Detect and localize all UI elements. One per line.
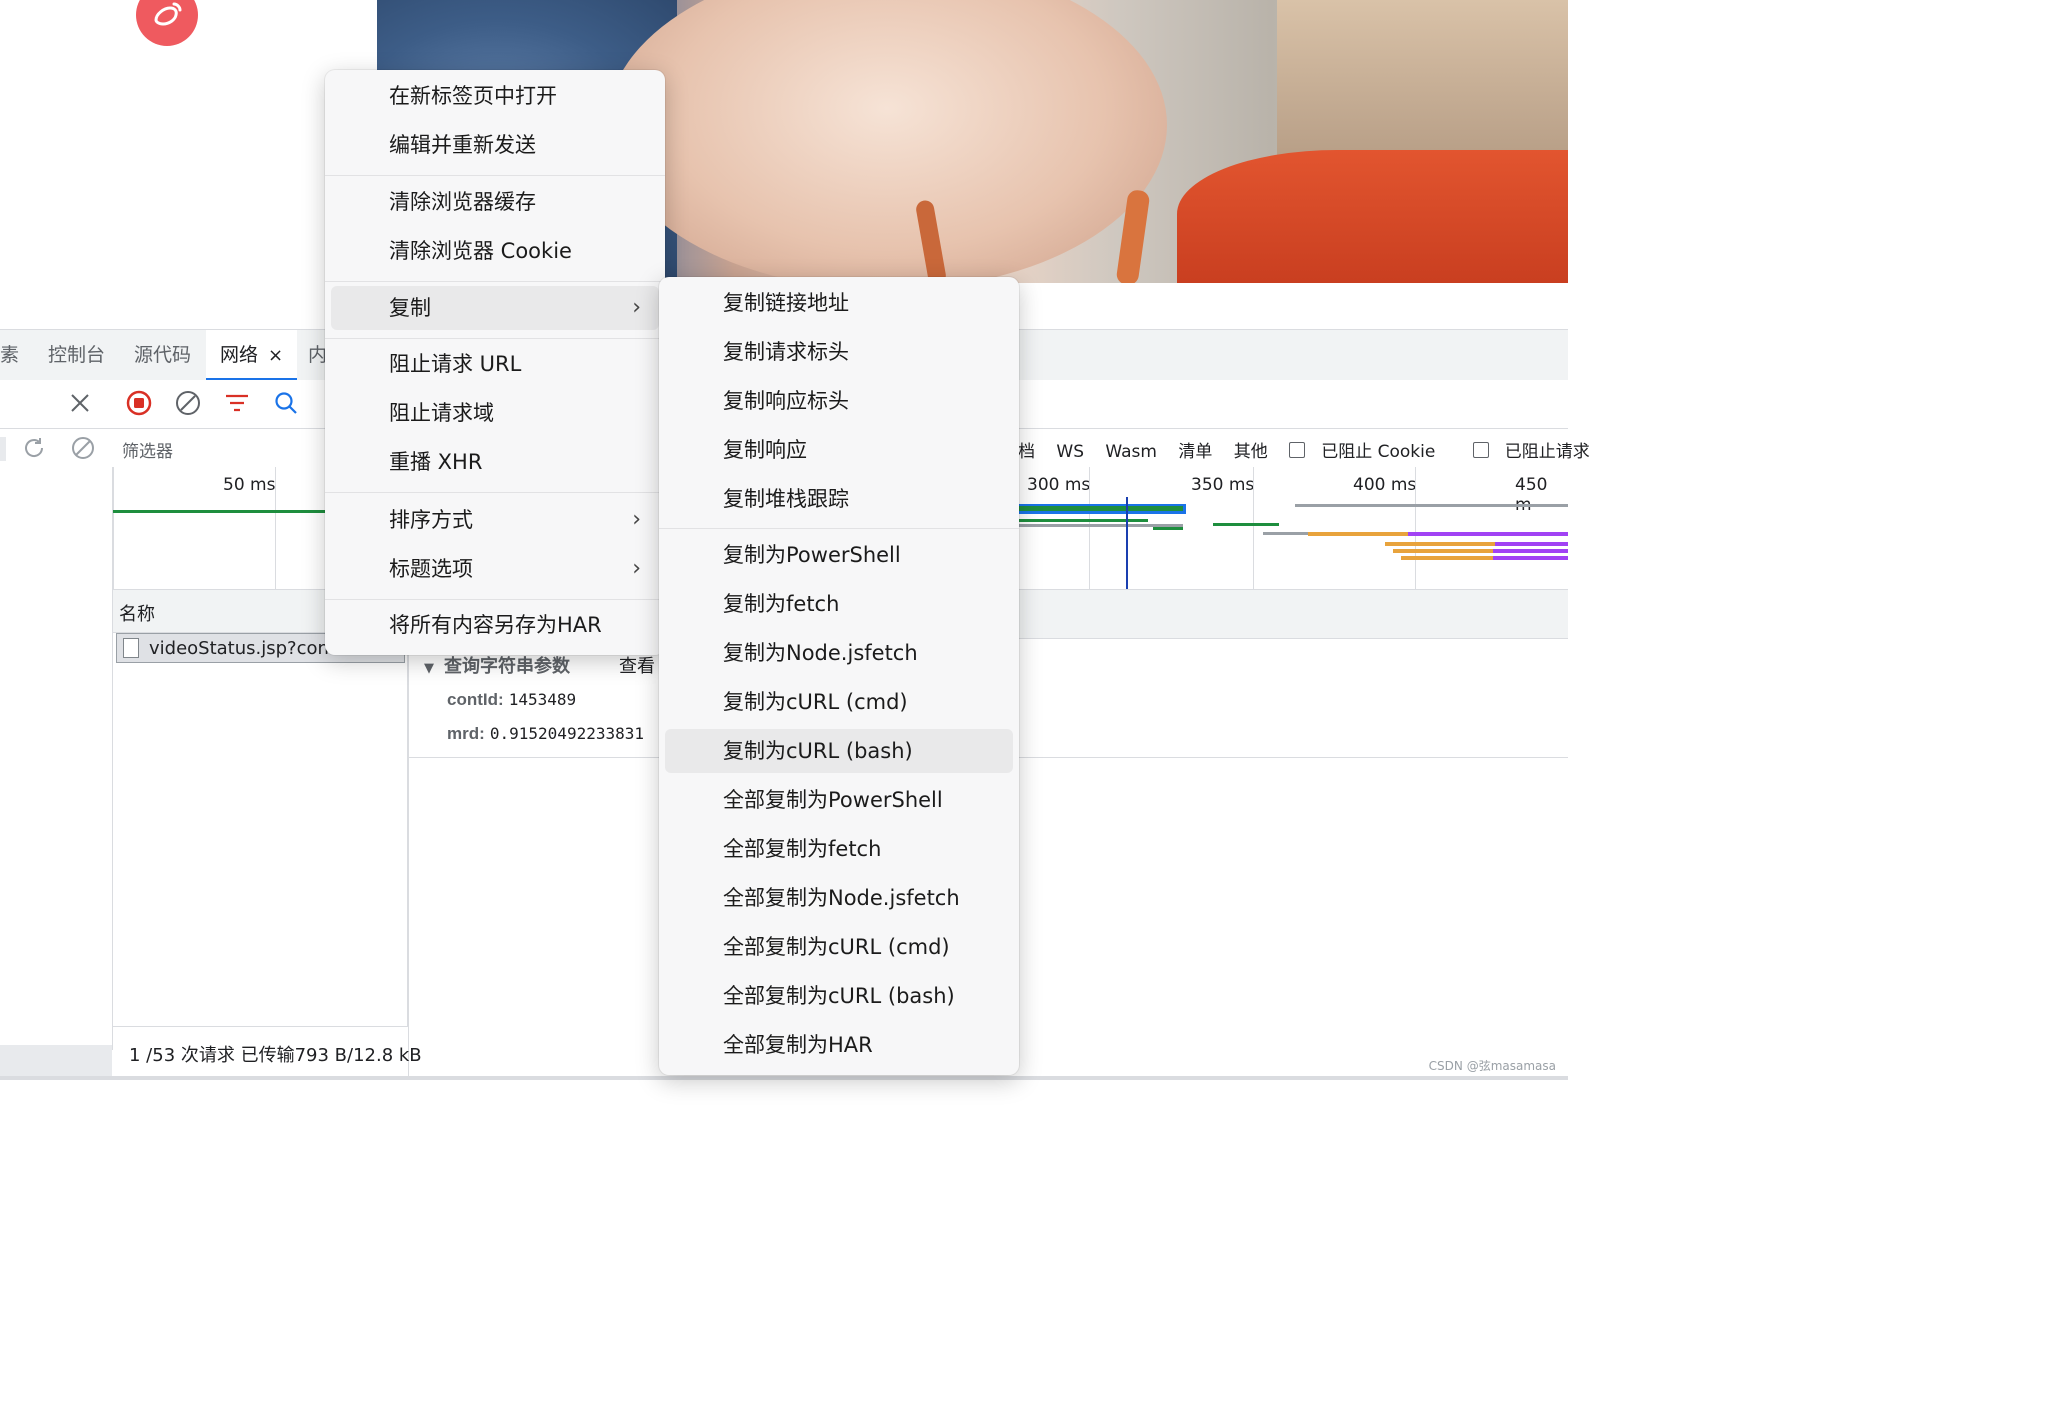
menu-copy-all-as-curl-cmd[interactable]: 全部复制为cURL (cmd) (665, 925, 1013, 969)
menu-clear-cache[interactable]: 清除浏览器缓存 (331, 180, 659, 224)
tab-elements[interactable]: 素 (0, 330, 19, 378)
filter-input[interactable]: 筛选器 (122, 437, 173, 462)
menu-copy-as-powershell[interactable]: 复制为PowerShell (665, 533, 1013, 577)
menu-copy-response[interactable]: 复制响应 (665, 428, 1013, 472)
menu-save-all-as-har[interactable]: 将所有内容另存为HAR (331, 603, 659, 647)
type-ws[interactable]: WS (1056, 442, 1084, 462)
timeline-cursor (1126, 497, 1128, 589)
clear-icon[interactable] (173, 388, 203, 418)
tab-console[interactable]: 控制台 (48, 330, 105, 378)
menu-edit-and-resend[interactable]: 编辑并重新发送 (331, 123, 659, 167)
view-source-link[interactable]: 查看 (619, 652, 655, 678)
query-param: contId: 1453489 (447, 690, 577, 709)
status-bar: 1 /53 次请求 已传输793 B/12.8 kB (113, 1026, 422, 1077)
collapse-triangle-icon[interactable]: ▼ (424, 661, 434, 676)
timeline-bar (113, 510, 325, 513)
tab-sources[interactable]: 源代码 (134, 330, 191, 378)
menu-copy-request-headers[interactable]: 复制请求标头 (665, 330, 1013, 374)
menu-copy-response-headers[interactable]: 复制响应标头 (665, 379, 1013, 423)
query-string-section[interactable]: ▼ 查询字符串参数 (424, 652, 570, 678)
left-gutter (0, 467, 113, 1050)
menu-clear-cookies[interactable]: 清除浏览器 Cookie (331, 229, 659, 273)
menu-copy-as-node-fetch[interactable]: 复制为Node.jsfetch (665, 631, 1013, 675)
tick-300ms: 300 ms (1027, 475, 1091, 495)
blocked-cookies-checkbox[interactable]: 已阻止 Cookie (1289, 442, 1451, 462)
menu-copy-stack-trace[interactable]: 复制堆栈跟踪 (665, 477, 1013, 521)
menu-copy-link-address[interactable]: 复制链接地址 (665, 281, 1013, 325)
chevron-right-icon: › (632, 507, 641, 532)
menu-separator (325, 281, 665, 282)
menu-separator (659, 528, 1019, 529)
chevron-right-icon: › (632, 556, 641, 581)
bottom-edge (0, 1076, 1568, 1080)
timeline-bar (1018, 519, 1148, 522)
menu-separator (325, 338, 665, 339)
tick-400ms: 400 ms (1353, 475, 1417, 495)
context-menu: 在新标签页中打开 编辑并重新发送 清除浏览器缓存 清除浏览器 Cookie 复制… (325, 70, 665, 655)
tick-50ms: 50 ms (223, 475, 276, 495)
menu-copy-as-fetch[interactable]: 复制为fetch (665, 582, 1013, 626)
timeline-bar (1153, 527, 1183, 530)
tick-450ms: 450 m (1515, 475, 1548, 515)
menu-separator (325, 492, 665, 493)
panel-divider[interactable] (407, 590, 409, 1080)
tick-350ms: 350 ms (1191, 475, 1255, 495)
copy-submenu: 复制链接地址 复制请求标头 复制响应标头 复制响应 复制堆栈跟踪 复制为Powe… (659, 277, 1019, 1075)
timeline-bar (1493, 549, 1568, 553)
record-stop-icon[interactable] (124, 388, 154, 418)
timeline-bar (1401, 556, 1493, 560)
menu-copy-all-as-curl-bash[interactable]: 全部复制为cURL (bash) (665, 974, 1013, 1018)
left-gutter-footer (0, 1045, 112, 1080)
reload-icon[interactable] (19, 433, 49, 463)
type-manifest[interactable]: 清单 (1178, 442, 1212, 462)
close-tab-icon[interactable]: × (268, 345, 283, 366)
timeline-bar (1385, 542, 1495, 546)
weibo-logo-icon[interactable] (136, 0, 198, 46)
timeline-bar (1495, 542, 1568, 546)
panel-edge (0, 437, 6, 461)
menu-copy[interactable]: 复制 › (331, 286, 659, 330)
menu-open-in-new-tab[interactable]: 在新标签页中打开 (331, 74, 659, 118)
query-param: mrd: 0.91520492233831 (447, 724, 644, 743)
menu-separator (325, 599, 665, 600)
menu-copy-all-as-powershell[interactable]: 全部复制为PowerShell (665, 778, 1013, 822)
menu-copy-all-as-node-fetch[interactable]: 全部复制为Node.jsfetch (665, 876, 1013, 920)
chevron-right-icon: › (632, 295, 641, 320)
search-icon[interactable] (271, 388, 301, 418)
menu-copy-all-as-fetch[interactable]: 全部复制为fetch (665, 827, 1013, 871)
menu-sort-by[interactable]: 排序方式 › (331, 498, 659, 542)
menu-block-request-domain[interactable]: 阻止请求域 (331, 391, 659, 435)
blocked-requests-checkbox[interactable]: 已阻止请求 (1472, 442, 1606, 462)
timeline-bar (1308, 532, 1408, 536)
menu-copy-as-curl-bash[interactable]: 复制为cURL (bash) (665, 729, 1013, 773)
type-other[interactable]: 其他 (1234, 442, 1268, 462)
menu-block-request-url[interactable]: 阻止请求 URL (331, 342, 659, 386)
menu-header-options[interactable]: 标题选项 › (331, 547, 659, 591)
block-icon[interactable] (68, 433, 98, 463)
tab-network[interactable]: 网络 × (206, 330, 298, 381)
file-icon (123, 638, 139, 658)
menu-copy-all-as-har[interactable]: 全部复制为HAR (665, 1023, 1013, 1067)
menu-replay-xhr[interactable]: 重播 XHR (331, 440, 659, 484)
timeline-bar (1213, 523, 1279, 526)
timeline-bar (1263, 532, 1308, 535)
timeline-bar (1295, 504, 1568, 507)
menu-copy-as-curl-cmd[interactable]: 复制为cURL (cmd) (665, 680, 1013, 724)
timeline-bar (1493, 556, 1568, 560)
timeline-bar (1018, 506, 1183, 511)
timeline-bar (1408, 532, 1568, 536)
watermark: CSDN @弦masamasa (1428, 1059, 1556, 1073)
menu-separator (325, 175, 665, 176)
timeline-bar (1393, 549, 1493, 553)
close-icon[interactable] (65, 388, 95, 418)
filter-icon[interactable] (222, 388, 252, 418)
type-doc[interactable]: 档 (1018, 442, 1035, 462)
type-wasm[interactable]: Wasm (1105, 442, 1157, 462)
resource-type-filters: 档 WS Wasm 清单 其他 已阻止 Cookie 已阻止请求 (1018, 437, 1622, 462)
